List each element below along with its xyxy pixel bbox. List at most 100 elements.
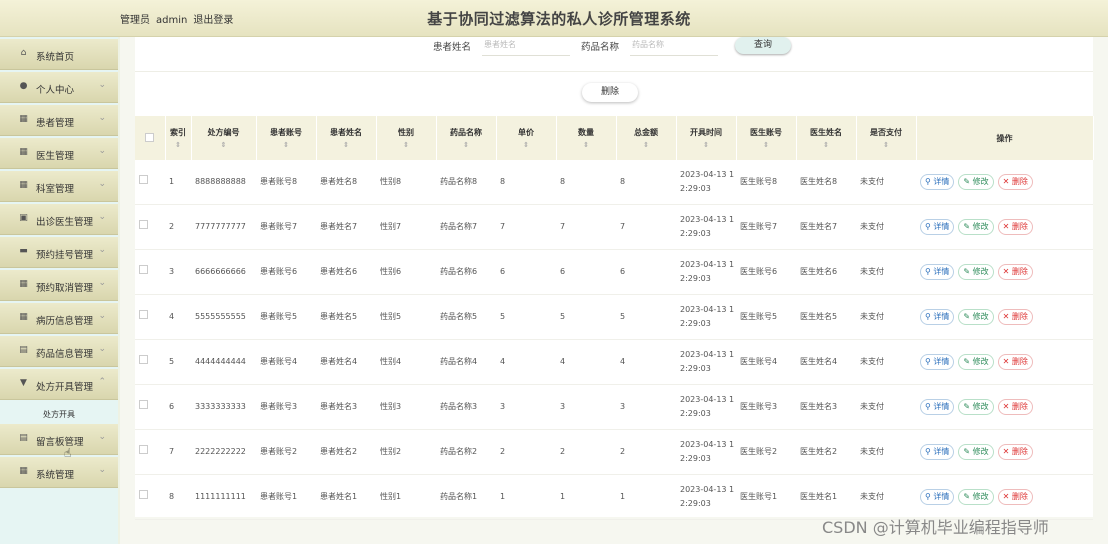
column-header[interactable]: 开具时间 ⇕	[676, 116, 737, 160]
sort-icon[interactable]: ⇕	[737, 141, 796, 149]
row-checkbox[interactable]	[139, 310, 148, 319]
column-header[interactable]	[135, 116, 166, 160]
sidebar-item[interactable]: ▬ 预约挂号管理 ⌄	[0, 237, 118, 268]
query-button[interactable]: 查询	[735, 37, 791, 54]
sort-icon[interactable]: ⇕	[557, 141, 616, 149]
sidebar-item[interactable]: ▤ 药品信息管理 ⌄	[0, 336, 118, 367]
view-button[interactable]: ⚲ 详情	[920, 264, 955, 280]
delete-label: 删除	[1011, 177, 1028, 186]
cell-price: 4	[496, 339, 556, 385]
column-header-label: 数量	[578, 128, 594, 137]
sidebar-item[interactable]: ▦ 系统管理 ⌄	[0, 457, 118, 488]
patient-name-input[interactable]: 患者姓名	[482, 37, 570, 56]
cell-time: 2023-04-13 12:29:03	[676, 249, 736, 295]
column-header[interactable]: 医生账号 ⇕	[736, 116, 797, 160]
view-button[interactable]: ⚲ 详情	[920, 219, 955, 235]
sidebar-item[interactable]: ▦ 预约取消管理 ⌄	[0, 270, 118, 301]
sort-icon[interactable]: ⇕	[617, 141, 676, 149]
chevron-icon: ⌄	[98, 245, 106, 255]
grid-icon: ▦	[19, 147, 28, 157]
edit-button[interactable]: ✎ 修改	[958, 399, 994, 415]
delete-button[interactable]: ✕ 删除	[997, 354, 1033, 370]
column-header[interactable]: 是否支付 ⇕	[856, 116, 917, 160]
column-header[interactable]: 患者账号 ⇕	[256, 116, 317, 160]
row-checkbox[interactable]	[139, 445, 148, 454]
row-checkbox[interactable]	[139, 490, 148, 499]
column-header[interactable]: 患者姓名 ⇕	[316, 116, 377, 160]
row-checkbox[interactable]	[139, 265, 148, 274]
cell-dname: 医生姓名2	[796, 429, 856, 475]
select-all-checkbox[interactable]	[145, 132, 155, 142]
sort-icon[interactable]: ⇕	[497, 141, 556, 149]
column-header[interactable]: 总金额 ⇕	[616, 116, 677, 160]
column-header[interactable]: 药品名称 ⇕	[436, 116, 497, 160]
sidebar-item[interactable]: ▦ 患者管理 ⌄	[0, 105, 118, 136]
cell-index: 6	[165, 384, 191, 430]
delete-button[interactable]: ✕ 删除	[997, 444, 1033, 460]
sort-icon[interactable]: ⇕	[857, 141, 916, 149]
delete-label: 删除	[1011, 447, 1028, 456]
edit-button[interactable]: ✎ 修改	[958, 174, 994, 190]
batch-delete-button[interactable]: 删除	[582, 83, 638, 102]
table-row: 1 8888888888 患者账号8 患者姓名8 性别8 药品名称8 8 8 8 2023-04-…	[135, 160, 1093, 205]
view-button[interactable]: ⚲ 详情	[920, 309, 955, 325]
delete-label: 删除	[1011, 312, 1028, 321]
sort-icon[interactable]: ⇕	[192, 141, 256, 149]
sidebar-item[interactable]: ▤ 留言板管理 ⌄	[0, 424, 118, 455]
sidebar-item[interactable]: ▦ 医生管理 ⌄	[0, 138, 118, 169]
column-header[interactable]: 数量 ⇕	[556, 116, 617, 160]
sort-icon[interactable]: ⇕	[677, 141, 736, 149]
row-checkbox[interactable]	[139, 355, 148, 364]
edit-button[interactable]: ✎ 修改	[958, 489, 994, 505]
column-header[interactable]: 索引 ⇕	[165, 116, 192, 160]
sort-icon[interactable]: ⇕	[166, 141, 191, 149]
edit-button[interactable]: ✎ 修改	[958, 219, 994, 235]
sidebar-subitem-prescription[interactable]: 处方开具	[0, 400, 118, 422]
sidebar-item[interactable]: ▦ 病历信息管理 ⌄	[0, 303, 118, 334]
edit-button[interactable]: ✎ 修改	[958, 444, 994, 460]
sort-icon[interactable]: ⇕	[377, 141, 436, 149]
grid-icon: ▦	[19, 312, 28, 322]
delete-button[interactable]: ✕ 删除	[997, 264, 1033, 280]
edit-button[interactable]: ✎ 修改	[958, 354, 994, 370]
delete-button[interactable]: ✕ 删除	[997, 309, 1033, 325]
view-button[interactable]: ⚲ 详情	[920, 174, 955, 190]
delete-button[interactable]: ✕ 删除	[997, 399, 1033, 415]
view-button[interactable]: ⚲ 详情	[920, 399, 955, 415]
sort-icon[interactable]: ⇕	[257, 141, 316, 149]
sort-icon[interactable]: ⇕	[317, 141, 376, 149]
view-button[interactable]: ⚲ 详情	[920, 354, 955, 370]
row-actions: ⚲ 详情 ✎ 修改 ✕ 删除	[916, 429, 1093, 475]
column-header[interactable]: 性别 ⇕	[376, 116, 437, 160]
column-header[interactable]: 操作	[916, 116, 1094, 160]
drug-name-input[interactable]: 药品名称	[630, 37, 718, 56]
cell-paccount: 患者账号6	[256, 249, 316, 295]
edit-button[interactable]: ✎ 修改	[958, 309, 994, 325]
row-checkbox[interactable]	[139, 400, 148, 409]
cell-gender: 性别2	[376, 429, 436, 475]
delete-button[interactable]: ✕ 删除	[997, 219, 1033, 235]
cell-paid: 未支付	[856, 339, 916, 385]
view-button[interactable]: ⚲ 详情	[920, 489, 955, 505]
sidebar-item[interactable]: ⌂ 系统首页	[0, 39, 118, 70]
view-button[interactable]: ⚲ 详情	[920, 444, 955, 460]
delete-button[interactable]: ✕ 删除	[997, 489, 1033, 505]
sort-icon[interactable]: ⇕	[797, 141, 856, 149]
column-header[interactable]: 处方编号 ⇕	[191, 116, 257, 160]
cell-total: 6	[616, 249, 676, 295]
delete-button[interactable]: ✕ 删除	[997, 174, 1033, 190]
row-checkbox[interactable]	[139, 175, 148, 184]
sort-icon[interactable]: ⇕	[437, 141, 496, 149]
cell-daccount: 医生账号1	[736, 474, 796, 520]
column-header[interactable]: 医生姓名 ⇕	[796, 116, 857, 160]
column-header[interactable]: 单价 ⇕	[496, 116, 557, 160]
sidebar-item[interactable]: ● 个人中心 ⌄	[0, 72, 118, 103]
row-checkbox[interactable]	[139, 220, 148, 229]
drug-name-label: 药品名称	[581, 42, 620, 53]
sidebar-item[interactable]: ▼ 处方开具管理 ⌃	[0, 369, 118, 400]
cell-qty: 2	[556, 429, 616, 475]
cell-index: 7	[165, 429, 191, 475]
sidebar-item[interactable]: ▦ 科室管理 ⌄	[0, 171, 118, 202]
sidebar-item[interactable]: ▣ 出诊医生管理 ⌄	[0, 204, 118, 235]
edit-button[interactable]: ✎ 修改	[958, 264, 994, 280]
